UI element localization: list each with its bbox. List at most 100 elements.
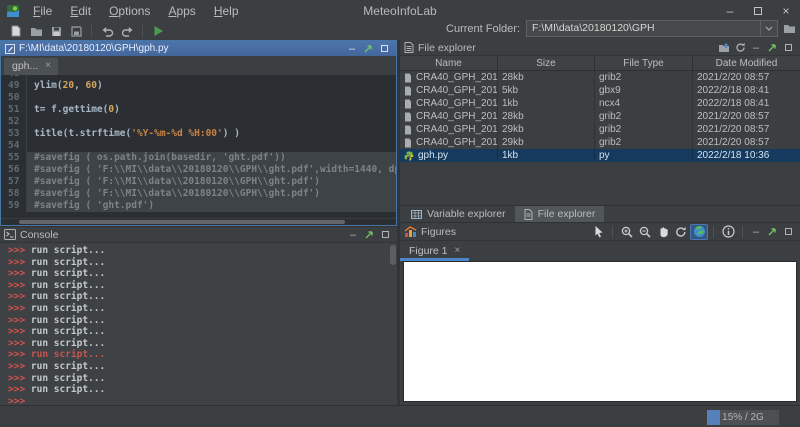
new-file-button[interactable] [6,23,26,39]
file-explorer-icon [404,42,414,53]
table-row[interactable]: CRA40_GPH_2018012...28kbgrib22021/2/20 0… [400,71,800,84]
window-controls: – × [716,0,800,22]
select-cursor-icon[interactable] [589,224,607,240]
file-icon [404,73,412,83]
column-header-date-modified[interactable]: Date Modified [693,56,800,70]
figures-minimize-button[interactable]: – [748,225,764,239]
code-line[interactable]: 51t= f.gettime(0) [1,104,396,116]
table-row[interactable]: CRA40_GPH_2018012...29kbgrib22021/2/20 0… [400,136,800,149]
code-editor[interactable]: 4849ylim(20, 60)5051t= f.gettime(0)5253t… [1,75,396,218]
run-script-button[interactable] [148,23,168,39]
redo-button[interactable] [117,23,137,39]
file-explorer-maximize-button[interactable] [780,41,796,55]
info-icon[interactable] [719,224,737,240]
memory-indicator[interactable]: 15% / 2G [707,410,779,425]
menu-options[interactable]: Options [100,1,159,21]
console-float-button[interactable] [361,228,377,242]
save-as-button[interactable] [66,23,86,39]
main-area: F:\MI\data\20180120\GPH\gph.py – gph... … [0,40,800,405]
parent-folder-button[interactable] [716,41,732,55]
code-line[interactable]: 55#savefig ( os.path.join(basedir, 'ght.… [1,152,396,164]
open-folder-button[interactable] [26,23,46,39]
code-line[interactable]: 49ylim(20, 60) [1,80,396,92]
editor-horizontal-scrollbar[interactable] [1,218,396,225]
menu-file[interactable]: File [24,1,61,21]
code-text: #savefig ( 'ght.pdf') [27,200,396,212]
column-header-name[interactable]: Name [400,56,498,70]
menu-edit[interactable]: Edit [61,1,100,21]
tab-file-explorer[interactable]: File explorer [515,206,605,222]
editor-minimize-button[interactable]: – [344,42,360,55]
tab-figure-1[interactable]: Figure 1 × [400,241,469,261]
console-text: run script... [31,268,105,279]
memory-usage-text: 15% / 2G [707,410,779,425]
zoom-out-icon[interactable] [636,224,654,240]
file-explorer-float-button[interactable] [764,41,780,55]
editor-maximize-button[interactable] [376,42,392,55]
pan-hand-icon[interactable] [654,224,672,240]
table-row[interactable]: CRA40_GPH_2018012...5kbgbx92022/2/18 08:… [400,84,800,97]
code-line[interactable]: 57#savefig ( 'F:\\MI\\data\\20180120\\GP… [1,176,396,188]
code-line[interactable]: 56#savefig ( 'F:\\MI\\data\\20180120\\GP… [1,164,396,176]
prompt: >>> [8,384,31,395]
menu-help[interactable]: Help [205,1,248,21]
console-minimize-button[interactable]: – [345,228,361,242]
figures-header[interactable]: Figures [400,223,800,241]
column-header-size[interactable]: Size [498,56,595,70]
cell-size: 28kb [498,111,595,122]
code-line[interactable]: 50 [1,92,396,104]
window-close-button[interactable]: × [772,0,800,22]
column-header-file-type[interactable]: File Type [595,56,693,70]
code-text [27,92,396,104]
console-text: run script... [31,245,105,256]
prompt: >>> [8,245,31,256]
scrollbar-thumb[interactable] [19,220,345,224]
window-minimize-button[interactable]: – [716,0,744,22]
table-row[interactable]: gph.py1kbpy2022/2/18 10:36 [400,149,800,162]
menu-bar-items: FileEditOptionsAppsHelp [24,1,248,21]
menu-apps[interactable]: Apps [159,1,204,21]
code-line[interactable]: 54 [1,140,396,152]
table-row[interactable]: CRA40_GPH_2018012...1kbncx42022/2/18 08:… [400,97,800,110]
figures-float-button[interactable] [764,225,780,239]
close-icon[interactable]: × [455,247,461,255]
code-line[interactable]: 58#savefig ( 'F:\\MI\\data\\20180120\\GP… [1,188,396,200]
code-line[interactable]: 59#savefig ( 'ght.pdf') [1,200,396,212]
refresh-icon[interactable] [732,41,748,55]
code-line[interactable]: 53title(t.strftime('%Y-%m-%d %H:00') ) [1,128,396,140]
rotate-icon[interactable] [672,224,690,240]
cell-name: CRA40_GPH_2018012... [400,72,498,83]
current-folder-combobox[interactable]: F:\MI\data\20180120\GPH [526,20,778,37]
figures-maximize-button[interactable] [780,225,796,239]
console-header[interactable]: Console – [0,227,397,243]
figures-title: Figures [421,226,456,238]
cell-date-modified: 2021/2/20 08:57 [693,111,800,122]
code-line[interactable]: 52 [1,116,396,128]
cell-name: gph.py [400,150,498,161]
file-explorer-header[interactable]: File explorer – [400,40,800,56]
undo-button[interactable] [97,23,117,39]
line-number: 49 [1,80,27,92]
file-explorer-minimize-button[interactable]: – [748,41,764,55]
editor-tab-gph[interactable]: gph... × [4,58,58,75]
editor-float-button[interactable] [360,42,376,55]
window-maximize-button[interactable] [744,0,772,22]
close-icon[interactable]: × [45,62,51,70]
chevron-down-icon[interactable] [760,21,777,36]
page-icon [524,209,533,220]
console-line: >>> run script... [8,291,397,303]
table-row[interactable]: CRA40_GPH_2018012...28kbgrib22021/2/20 0… [400,110,800,123]
figure-canvas[interactable] [403,261,797,402]
console-maximize-button[interactable] [377,228,393,242]
zoom-in-icon[interactable] [618,224,636,240]
line-number: 50 [1,92,27,104]
figures-icon [404,226,417,238]
browse-folder-button[interactable] [783,23,796,34]
editor-title-bar[interactable]: F:\MI\data\20180120\GPH\gph.py – [1,41,396,56]
console-vertical-scrollbar[interactable] [390,245,396,265]
table-row[interactable]: CRA40_GPH_2018012...29kbgrib22021/2/20 0… [400,123,800,136]
globe-icon[interactable] [690,224,708,240]
tab-variable-explorer[interactable]: Variable explorer [402,206,515,222]
console-output[interactable]: >>> run script...>>> run script...>>> ru… [0,243,397,405]
save-button[interactable] [46,23,66,39]
